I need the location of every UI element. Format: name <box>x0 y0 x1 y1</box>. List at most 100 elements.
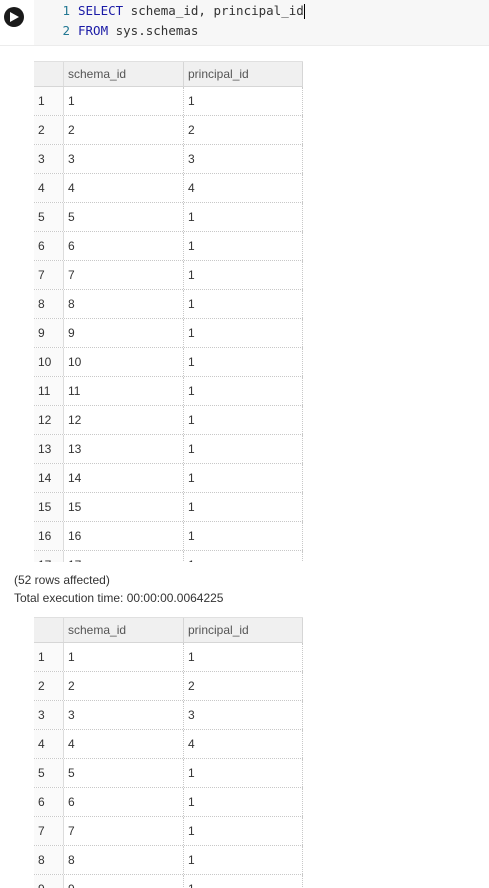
table-cell[interactable]: 1 <box>184 817 303 845</box>
row-number-cell[interactable]: 1 <box>34 87 64 115</box>
row-number-cell[interactable]: 5 <box>34 759 64 787</box>
table-cell[interactable]: 4 <box>64 730 184 758</box>
table-cell[interactable]: 1 <box>184 435 303 463</box>
table-cell[interactable]: 8 <box>64 846 184 874</box>
results-grid-2[interactable]: schema_id principal_id 1 1 1 2 2 2 3 3 3 4 4 4 5 5 1 6 6 1 7… <box>34 617 303 888</box>
row-number-cell[interactable]: 10 <box>34 348 64 376</box>
table-cell[interactable]: 1 <box>64 87 184 115</box>
table-cell[interactable]: 1 <box>184 846 303 874</box>
table-row[interactable]: 991 <box>34 319 303 348</box>
table-cell[interactable]: 1 <box>64 643 184 671</box>
row-number-cell[interactable]: 14 <box>34 464 64 492</box>
row-number-cell[interactable]: 12 <box>34 406 64 434</box>
table-row[interactable]: 10 10 1 <box>34 348 303 377</box>
table-cell[interactable]: 1 <box>184 348 303 376</box>
row-number-header[interactable] <box>34 618 64 642</box>
table-cell[interactable]: 1 <box>184 759 303 787</box>
row-number-cell[interactable]: 11 <box>34 377 64 405</box>
table-cell[interactable]: 14 <box>64 464 184 492</box>
row-number-cell[interactable]: 1 <box>34 643 64 671</box>
table-cell[interactable]: 3 <box>64 145 184 173</box>
table-row[interactable]: 881 <box>34 290 303 319</box>
table-cell[interactable]: 1 <box>184 406 303 434</box>
row-number-cell[interactable]: 15 <box>34 493 64 521</box>
table-row[interactable]: 551 <box>34 203 303 232</box>
table-cell[interactable]: 1 <box>184 788 303 816</box>
table-cell[interactable]: 2 <box>64 116 184 144</box>
table-cell[interactable]: 9 <box>64 875 184 888</box>
table-cell[interactable]: 11 <box>64 377 184 405</box>
table-cell[interactable]: 10 <box>64 348 184 376</box>
table-row[interactable]: 661 <box>34 788 303 817</box>
table-cell[interactable]: 4 <box>184 730 303 758</box>
table-cell[interactable]: 16 <box>64 522 184 550</box>
row-number-cell[interactable]: 16 <box>34 522 64 550</box>
row-number-cell[interactable]: 9 <box>34 319 64 347</box>
column-header-principal-id[interactable]: principal_id <box>184 62 303 86</box>
row-number-cell[interactable]: 2 <box>34 116 64 144</box>
table-cell[interactable]: 13 <box>64 435 184 463</box>
results-grid-1[interactable]: schema_id principal_id 1 1 1 2 2 2 3 3 3 4 4 4 5 5 1 6 6 1 7… <box>34 61 303 562</box>
table-row[interactable]: 12 12 1 <box>34 406 303 435</box>
table-cell[interactable]: 1 <box>184 551 303 562</box>
table-row[interactable]: 222 <box>34 672 303 701</box>
table-cell[interactable]: 1 <box>184 464 303 492</box>
column-header-principal-id[interactable]: principal_id <box>184 618 303 642</box>
row-number-cell[interactable]: 3 <box>34 145 64 173</box>
table-cell[interactable]: 1 <box>184 232 303 260</box>
table-cell[interactable]: 9 <box>64 319 184 347</box>
table-cell[interactable]: 3 <box>184 145 303 173</box>
column-header-schema-id[interactable]: schema_id <box>64 618 184 642</box>
table-row[interactable]: 881 <box>34 846 303 875</box>
row-number-cell[interactable]: 8 <box>34 290 64 318</box>
row-number-cell[interactable]: 4 <box>34 174 64 202</box>
row-number-cell[interactable]: 9 <box>34 875 64 888</box>
table-cell[interactable]: 2 <box>64 672 184 700</box>
row-number-cell[interactable]: 2 <box>34 672 64 700</box>
table-cell[interactable]: 1 <box>184 87 303 115</box>
table-cell[interactable]: 1 <box>184 319 303 347</box>
code-editor[interactable]: 1 SELECT schema_id, principal_id 2 FROM sy… <box>34 0 489 45</box>
table-cell[interactable]: 1 <box>184 643 303 671</box>
table-row[interactable]: 771 <box>34 817 303 846</box>
table-row[interactable]: 15 15 1 <box>34 493 303 522</box>
table-cell[interactable]: 6 <box>64 788 184 816</box>
table-cell[interactable]: 5 <box>64 203 184 231</box>
row-number-cell[interactable]: 7 <box>34 261 64 289</box>
table-cell[interactable]: 1 <box>184 290 303 318</box>
table-cell[interactable]: 1 <box>184 875 303 888</box>
table-row[interactable]: 771 <box>34 261 303 290</box>
row-number-cell[interactable]: 13 <box>34 435 64 463</box>
row-number-cell[interactable]: 6 <box>34 232 64 260</box>
row-number-cell[interactable]: 5 <box>34 203 64 231</box>
table-cell[interactable]: 8 <box>64 290 184 318</box>
table-cell[interactable]: 6 <box>64 232 184 260</box>
row-number-cell[interactable]: 3 <box>34 701 64 729</box>
table-row[interactable]: 111 <box>34 87 303 116</box>
table-row[interactable]: 661 <box>34 232 303 261</box>
table-cell[interactable]: 1 <box>184 522 303 550</box>
table-cell[interactable]: 7 <box>64 261 184 289</box>
table-cell[interactable]: 1 <box>184 261 303 289</box>
table-cell[interactable]: 4 <box>64 174 184 202</box>
code-line-1[interactable]: 1 SELECT schema_id, principal_id <box>34 1 305 21</box>
table-row[interactable]: 17171 <box>34 551 303 562</box>
table-cell[interactable]: 1 <box>184 493 303 521</box>
table-row[interactable]: 991 <box>34 875 303 888</box>
table-row[interactable]: 16 16 1 <box>34 522 303 551</box>
row-number-cell[interactable]: 4 <box>34 730 64 758</box>
table-cell[interactable]: 1 <box>184 203 303 231</box>
table-cell[interactable]: 4 <box>184 174 303 202</box>
table-cell[interactable]: 3 <box>184 701 303 729</box>
row-number-header[interactable] <box>34 62 64 86</box>
column-header-schema-id[interactable]: schema_id <box>64 62 184 86</box>
table-cell[interactable]: 5 <box>64 759 184 787</box>
table-row[interactable]: 444 <box>34 174 303 203</box>
table-row[interactable]: 111 <box>34 643 303 672</box>
table-row[interactable]: 14 14 1 <box>34 464 303 493</box>
row-number-cell[interactable]: 8 <box>34 846 64 874</box>
table-cell[interactable]: 1 <box>184 377 303 405</box>
table-row[interactable]: 11 11 1 <box>34 377 303 406</box>
table-row[interactable]: 13 13 1 <box>34 435 303 464</box>
row-number-cell[interactable]: 6 <box>34 788 64 816</box>
